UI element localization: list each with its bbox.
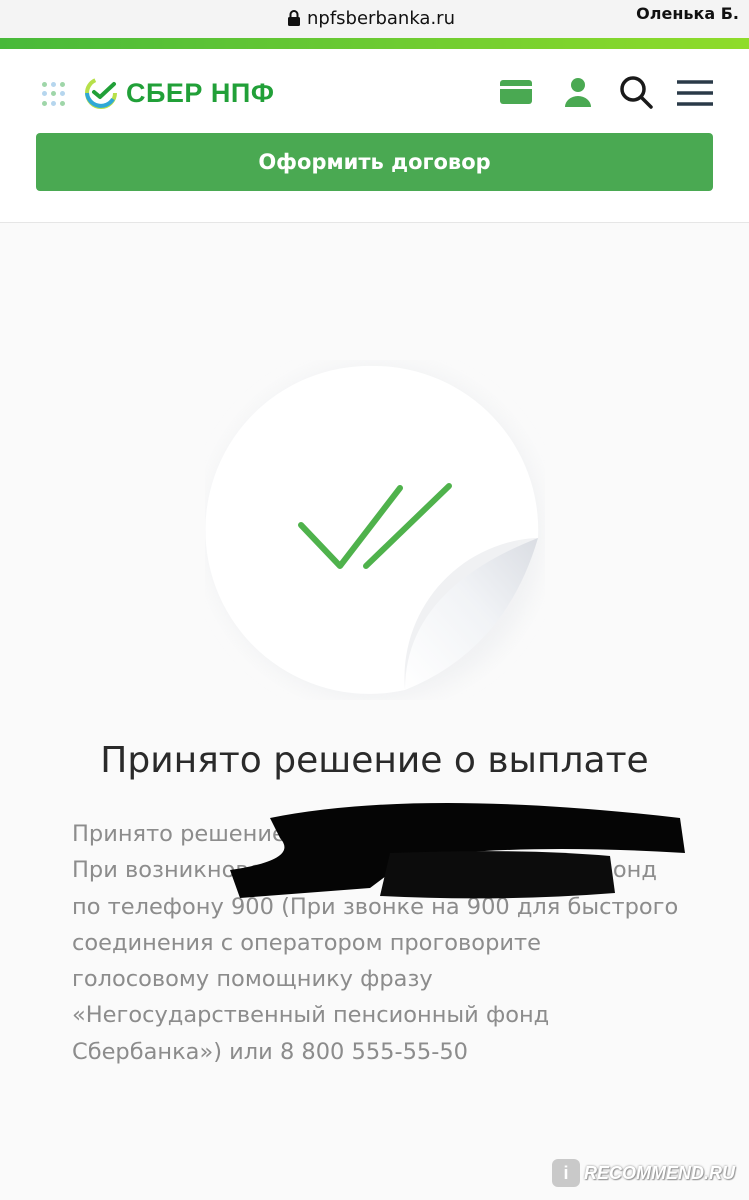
url-display[interactable]: npfsberbanka.ru	[287, 6, 455, 30]
sber-logo-icon	[85, 77, 117, 109]
menu-icon[interactable]	[675, 74, 715, 110]
redaction-scribble	[230, 803, 685, 899]
profile-icon[interactable]	[560, 74, 596, 110]
search-icon[interactable]	[618, 74, 654, 110]
url-text: npfsberbanka.ru	[307, 7, 455, 29]
apps-grid-icon[interactable]	[42, 82, 66, 106]
page-title: Принято решение о выплате	[100, 740, 649, 781]
logo-text: СБЕР НПФ	[126, 77, 275, 108]
watermark-text: RECOMMEND.RU	[584, 1162, 735, 1183]
browser-address-bar[interactable]: npfsberbanka.ru Оленька Б.	[0, 0, 749, 38]
recommend-logo-icon: i	[552, 1159, 580, 1187]
card-icon[interactable]	[498, 74, 534, 110]
sign-contract-button[interactable]: Оформить договор	[36, 133, 713, 191]
watermark: i RECOMMEND.RU	[552, 1156, 735, 1190]
site-logo[interactable]: СБЕР НПФ	[84, 75, 274, 111]
browser-user-name[interactable]: Оленька Б.	[636, 4, 739, 23]
success-check-sticker	[205, 364, 543, 700]
lock-icon	[288, 10, 300, 26]
page-load-progress	[0, 38, 749, 49]
